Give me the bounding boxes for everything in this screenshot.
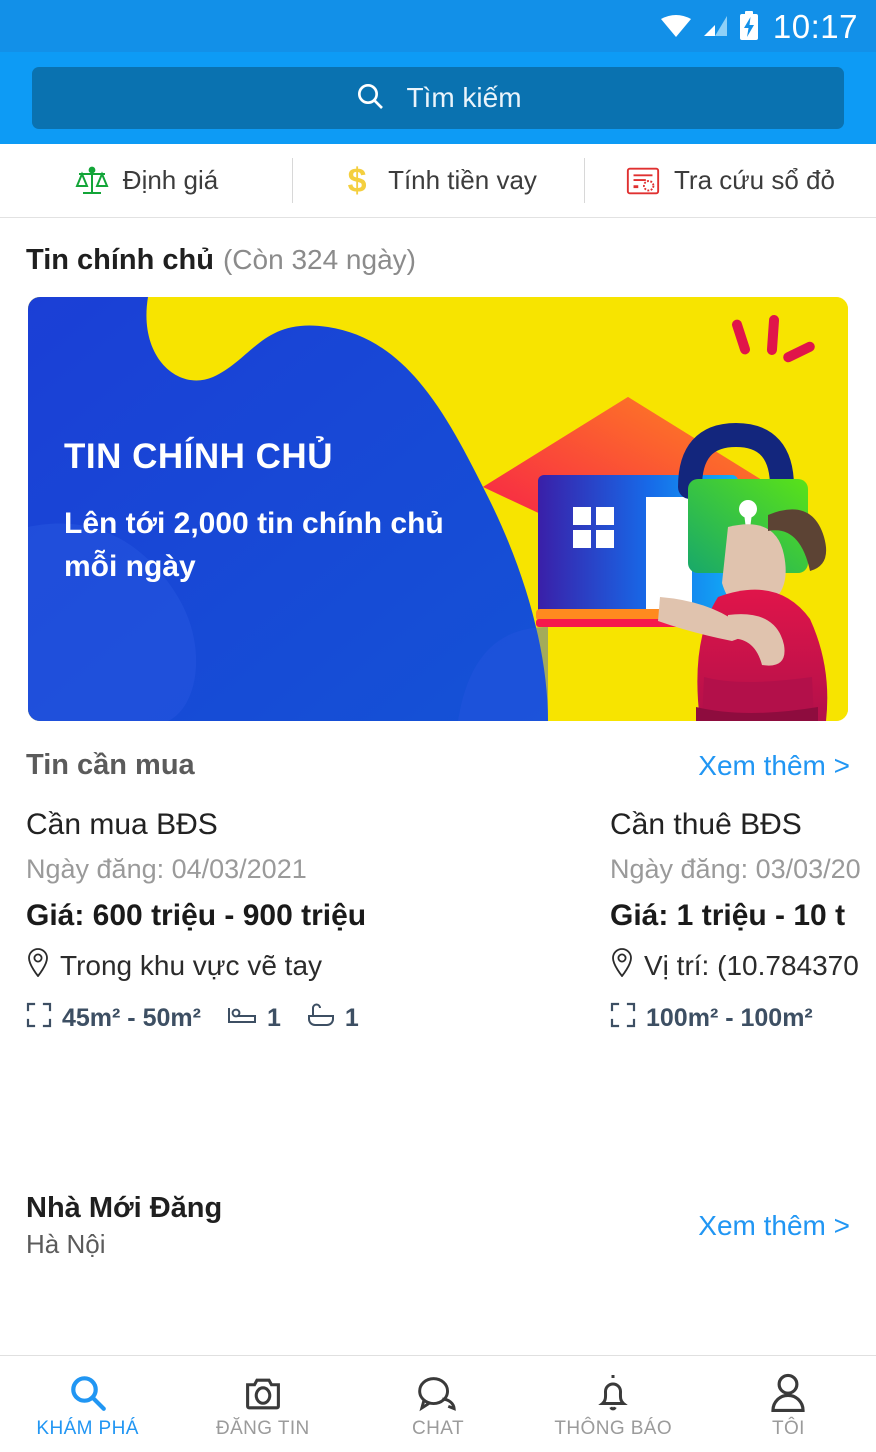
quick-actions-bar: Định giá $ Tính tiền vay Tra cứu sổ đỏ bbox=[0, 144, 876, 218]
list-item[interactable]: Cần mua BĐS Ngày đăng: 04/03/2021 Giá: 6… bbox=[26, 808, 554, 1042]
list-item[interactable]: Cần thuê BĐS Ngày đăng: 03/03/20 Giá: 1 … bbox=[610, 808, 876, 1042]
promo-banner[interactable]: TIN CHÍNH CHỦ Lên tới 2,000 tin chính ch… bbox=[28, 297, 848, 721]
area-corners-icon bbox=[610, 1002, 636, 1035]
listing-bedrooms-text: 1 bbox=[266, 1004, 281, 1032]
nav-item-toi[interactable]: TÔI bbox=[701, 1356, 876, 1452]
banner-text-block: TIN CHÍNH CHỦ Lên tới 2,000 tin chính ch… bbox=[64, 437, 484, 588]
search-input[interactable]: Tìm kiếm bbox=[32, 67, 844, 129]
listing-date: Ngày đăng: 04/03/2021 bbox=[26, 854, 307, 884]
app-header: Tìm kiếm bbox=[0, 52, 876, 144]
banner-heading: TIN CHÍNH CHỦ bbox=[64, 437, 333, 476]
nav-item-kham-pha[interactable]: KHÁM PHÁ bbox=[0, 1356, 175, 1452]
nav-item-chat[interactable]: CHAT bbox=[350, 1356, 525, 1452]
listing-bathrooms-text: 1 bbox=[344, 1004, 359, 1032]
listing-date: Ngày đăng: 03/03/20 bbox=[610, 854, 861, 884]
status-clock: 10:17 bbox=[772, 7, 858, 45]
listing-price: Giá: 1 triệu - 10 t bbox=[610, 899, 846, 932]
listing-location-text: Trong khu vực vẽ tay bbox=[60, 949, 323, 981]
new-section-city: Hà Nội bbox=[26, 1229, 106, 1259]
bed-icon bbox=[227, 1003, 257, 1034]
chat-bubbles-icon bbox=[416, 1368, 460, 1414]
quick-action-dinh-gia[interactable]: Định giá bbox=[0, 144, 292, 217]
buy-section-header: Tin cần mua Xem thêm > bbox=[0, 721, 876, 782]
listing-price: Giá: 600 triệu - 900 triệu bbox=[26, 899, 367, 932]
quick-action-tra-cuu-so-do[interactable]: Tra cứu sổ đỏ bbox=[584, 144, 876, 217]
new-section-title: Nhà Mới Đăng bbox=[26, 1192, 223, 1224]
nav-label: TÔI bbox=[771, 1418, 805, 1439]
person-icon bbox=[769, 1368, 807, 1414]
promo-banner-wrapper: TIN CHÍNH CHỦ Lên tới 2,000 tin chính ch… bbox=[0, 277, 876, 721]
buy-section-title: Tin cần mua bbox=[26, 749, 195, 781]
owner-section-header: Tin chính chủ (Còn 324 ngày) bbox=[0, 218, 876, 277]
nav-item-dang-tin[interactable]: ĐĂNG TIN bbox=[175, 1356, 350, 1452]
nav-label: THÔNG BÁO bbox=[554, 1418, 673, 1439]
search-icon bbox=[354, 80, 386, 117]
listing-area-text: 45m² - 50m² bbox=[62, 1004, 201, 1032]
quick-action-tinh-tien-vay[interactable]: $ Tính tiền vay bbox=[292, 144, 584, 217]
listing-specs: 100m² - 100m² bbox=[610, 1002, 876, 1035]
cell-signal-icon bbox=[701, 14, 729, 38]
listing-title: Cần mua BĐS bbox=[26, 808, 218, 841]
nav-label: CHAT bbox=[412, 1418, 464, 1439]
listing-bathrooms: 1 bbox=[307, 1002, 359, 1035]
area-corners-icon bbox=[26, 1002, 52, 1035]
listing-location: Trong khu vực vẽ tay bbox=[26, 947, 554, 984]
new-section-more-link[interactable]: Xem thêm > bbox=[698, 1210, 850, 1242]
camera-icon bbox=[243, 1368, 283, 1414]
search-placeholder: Tìm kiếm bbox=[406, 82, 522, 113]
wifi-icon bbox=[660, 14, 691, 38]
bell-icon bbox=[594, 1368, 632, 1414]
main-content: Tin chính chủ (Còn 324 ngày) TIN CHÍNH C… bbox=[0, 218, 876, 1260]
buy-section-more-link[interactable]: Xem thêm > bbox=[698, 750, 850, 782]
search-icon bbox=[67, 1368, 109, 1414]
battery-charging-icon bbox=[739, 11, 759, 41]
quick-action-label: Định giá bbox=[122, 165, 219, 195]
nav-label: KHÁM PHÁ bbox=[36, 1418, 139, 1439]
listing-area-text: 100m² - 100m² bbox=[646, 1004, 813, 1032]
listing-location-text: Vị trí: (10.784370 bbox=[644, 949, 859, 981]
bottom-navigation: KHÁM PHÁ ĐĂNG TIN CHAT THÔNG BÁO TÔI bbox=[0, 1355, 876, 1452]
map-pin-icon bbox=[610, 947, 634, 984]
banner-body: Lên tới 2,000 tin chính chủ mỗi ngày bbox=[64, 507, 444, 583]
nav-item-thong-bao[interactable]: THÔNG BÁO bbox=[526, 1356, 701, 1452]
quick-action-label: Tra cứu sổ đỏ bbox=[674, 165, 835, 195]
bathtub-icon bbox=[307, 1002, 335, 1035]
listing-area: 100m² - 100m² bbox=[610, 1002, 813, 1035]
owner-section-days-left: (Còn 324 ngày) bbox=[222, 244, 416, 275]
listing-location: Vị trí: (10.784370 bbox=[610, 947, 876, 984]
map-pin-icon bbox=[26, 947, 50, 984]
listing-title: Cần thuê BĐS bbox=[610, 808, 802, 841]
red-certificate-icon bbox=[625, 163, 661, 199]
page-title: Tin chính chủ bbox=[26, 244, 214, 276]
buy-listing-carousel[interactable]: Cần mua BĐS Ngày đăng: 04/03/2021 Giá: 6… bbox=[0, 782, 876, 1042]
listing-area: 45m² - 50m² bbox=[26, 1002, 201, 1035]
dollar-sign-icon: $ bbox=[347, 161, 367, 200]
status-bar: 10:17 bbox=[0, 0, 876, 52]
new-section-header: Nhà Mới Đăng Hà Nội Xem thêm > bbox=[0, 1042, 876, 1260]
nav-label: ĐĂNG TIN bbox=[215, 1418, 310, 1439]
listing-bedrooms: 1 bbox=[227, 1003, 281, 1034]
quick-action-label: Tính tiền vay bbox=[388, 165, 537, 195]
balance-scale-icon bbox=[74, 163, 110, 199]
listing-specs: 45m² - 50m² 1 1 bbox=[26, 1002, 554, 1035]
